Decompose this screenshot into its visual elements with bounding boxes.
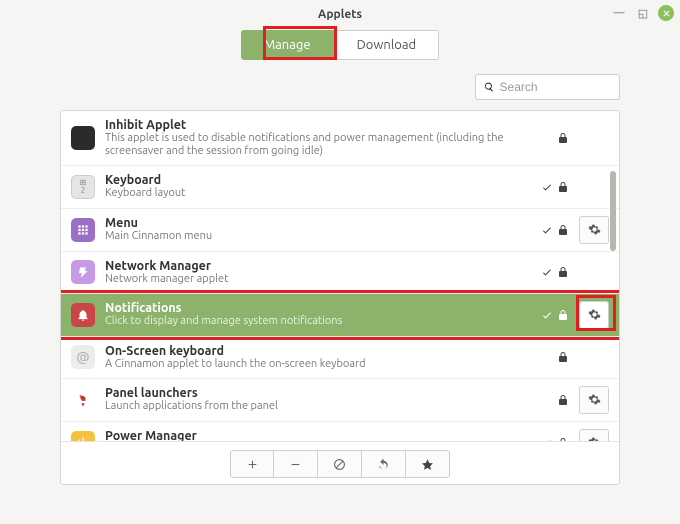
applet-description: Launch applications from the panel <box>105 400 521 413</box>
check-icon <box>541 181 553 193</box>
lock-icon <box>557 309 569 321</box>
applet-name: Notifications <box>105 301 521 315</box>
check-icon <box>541 437 553 441</box>
applet-row-inhibit[interactable]: Inhibit AppletThis applet is used to dis… <box>61 111 619 166</box>
lock-icon <box>557 132 569 144</box>
applet-description: Main Cinnamon menu <box>105 230 521 243</box>
status-icons <box>531 181 569 193</box>
tab-manage[interactable]: Manage <box>241 30 334 60</box>
applet-row-menu[interactable]: MenuMain Cinnamon menu <box>61 209 619 252</box>
applet-description: Keyboard layout <box>105 187 521 200</box>
gear-icon <box>588 393 601 406</box>
check-icon <box>541 309 553 321</box>
add-button[interactable] <box>230 450 274 478</box>
disable-button[interactable] <box>318 450 362 478</box>
status-icons <box>531 309 569 321</box>
scrollbar-thumb[interactable] <box>610 171 616 251</box>
status-icons <box>531 394 569 406</box>
tab-bar: Manage Download <box>0 30 680 60</box>
search-input[interactable] <box>500 80 611 94</box>
applet-row-power[interactable]: Power ManagerCinnamon power management a… <box>61 422 619 441</box>
gear-icon <box>588 223 601 236</box>
status-icons <box>531 266 569 278</box>
applet-name: Panel launchers <box>105 386 521 400</box>
power-icon <box>71 431 95 441</box>
minus-icon <box>289 458 302 471</box>
applet-description: A Cinnamon applet to launch the on-scree… <box>105 358 521 371</box>
gear-icon <box>588 308 601 321</box>
star-icon <box>421 458 434 471</box>
status-icons <box>531 351 569 363</box>
titlebar: Applets — ◱ <box>0 0 680 28</box>
applet-list: Inhibit AppletThis applet is used to dis… <box>60 110 620 485</box>
lock-icon <box>557 266 569 278</box>
status-icons <box>531 132 569 144</box>
lock-icon <box>557 351 569 363</box>
restore-button[interactable] <box>362 450 406 478</box>
menu-icon <box>71 218 95 242</box>
gear-icon <box>588 436 601 441</box>
notifications-icon <box>71 303 95 327</box>
window-title: Applets <box>318 8 362 21</box>
close-button[interactable] <box>658 5 674 21</box>
check-icon <box>541 224 553 236</box>
applet-description: This applet is used to disable notificat… <box>105 132 521 158</box>
applet-name: On-Screen keyboard <box>105 344 521 358</box>
configure-button[interactable] <box>579 429 609 441</box>
search-box[interactable] <box>475 74 620 100</box>
applet-description: Network manager applet <box>105 273 521 286</box>
denied-icon <box>333 458 346 471</box>
minimize-button[interactable]: — <box>610 4 628 22</box>
maximize-button[interactable]: ◱ <box>634 4 652 22</box>
configure-button[interactable] <box>579 301 609 329</box>
applet-row-keyboard[interactable]: ⊞2 KeyboardKeyboard layout <box>61 166 619 208</box>
applet-row-onscreen[interactable]: @ On-Screen keyboardA Cinnamon applet to … <box>61 337 619 379</box>
lock-icon <box>557 181 569 193</box>
status-icons <box>531 224 569 236</box>
lock-icon <box>557 224 569 236</box>
remove-button[interactable] <box>274 450 318 478</box>
onscreen-icon: @ <box>71 345 95 369</box>
applet-name: Network Manager <box>105 259 521 273</box>
applet-name: Menu <box>105 216 521 230</box>
configure-button[interactable] <box>579 386 609 414</box>
applet-name: Inhibit Applet <box>105 118 521 132</box>
applet-row-network[interactable]: Network ManagerNetwork manager applet <box>61 252 619 294</box>
highlight-button[interactable] <box>406 450 450 478</box>
tab-download[interactable]: Download <box>334 30 440 60</box>
lock-icon <box>557 394 569 406</box>
applet-description: Click to display and manage system notif… <box>105 315 521 328</box>
plus-icon <box>246 458 259 471</box>
undo-icon <box>377 458 390 471</box>
network-icon <box>71 260 95 284</box>
applet-name: Power Manager <box>105 429 521 441</box>
keyboard-icon: ⊞2 <box>71 175 95 199</box>
status-icons <box>531 437 569 441</box>
panel-launchers-icon <box>71 388 95 412</box>
list-toolbar <box>61 441 619 484</box>
applet-name: Keyboard <box>105 173 521 187</box>
applet-row-notifications[interactable]: NotificationsClick to display and manage… <box>61 294 619 337</box>
check-icon <box>541 266 553 278</box>
search-icon <box>484 81 495 93</box>
applet-row-panel-launchers[interactable]: Panel launchersLaunch applications from … <box>61 379 619 422</box>
configure-button[interactable] <box>579 216 609 244</box>
lock-icon <box>557 437 569 441</box>
inhibit-icon <box>71 126 95 150</box>
